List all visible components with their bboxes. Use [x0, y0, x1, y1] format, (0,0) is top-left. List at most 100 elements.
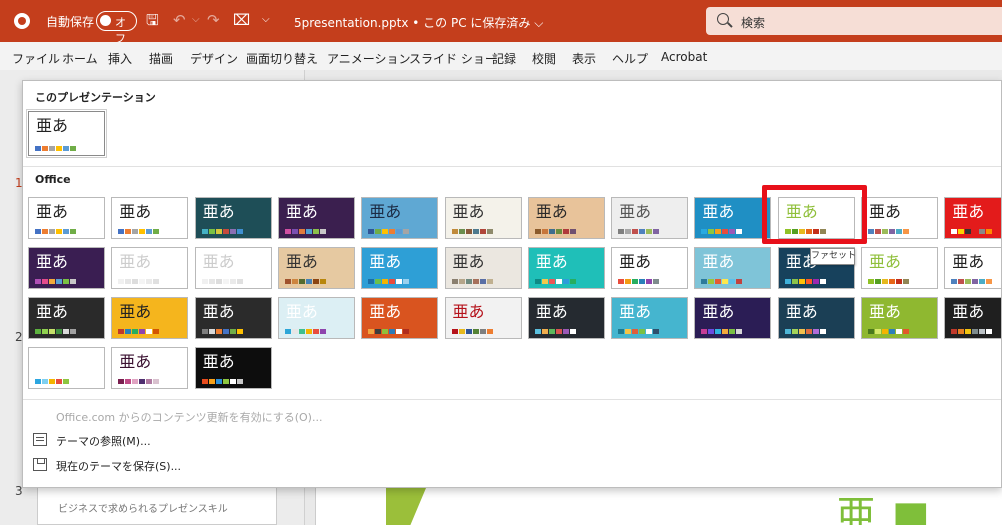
color-swatch — [979, 229, 986, 234]
redo-icon[interactable]: ↷ — [207, 11, 220, 29]
theme-thumbnail[interactable]: 亜あ — [111, 347, 189, 389]
theme-thumbnail[interactable]: 亜あ — [194, 297, 272, 339]
color-swatch — [548, 229, 555, 234]
tab-record[interactable]: 記録 — [492, 50, 516, 67]
theme-thumbnail[interactable]: 亜あ — [277, 297, 355, 339]
color-swatch — [451, 329, 458, 334]
theme-thumbnail[interactable]: 亜あ — [611, 197, 689, 239]
color-swatch — [534, 279, 541, 284]
save-theme-item[interactable]: 現在のテーマを保存(S)... — [33, 458, 213, 473]
section-label-office: Office — [35, 173, 71, 186]
theme-thumbnail[interactable]: 亜あ — [861, 197, 938, 239]
theme-thumbnail[interactable]: 亜あ — [694, 247, 772, 289]
tab-insert[interactable]: 挿入 — [108, 50, 132, 67]
theme-thumbnail[interactable]: 亜あ — [944, 247, 1001, 289]
color-swatch — [42, 146, 48, 151]
theme-thumbnail[interactable]: 亜あ — [444, 197, 522, 239]
theme-thumbnail[interactable]: 亜あ — [194, 197, 272, 239]
theme-thumbnail[interactable]: 亜あ — [611, 297, 689, 339]
theme-thumbnail[interactable]: 亜あ — [694, 297, 772, 339]
theme-current[interactable]: 亜あ — [27, 110, 106, 157]
theme-thumbnail[interactable]: 亜あ — [361, 197, 439, 239]
theme-thumbnail[interactable]: 亜あ — [28, 247, 105, 289]
theme-thumbnail[interactable]: 亜あ — [361, 247, 439, 289]
tab-view[interactable]: 表示 — [572, 50, 596, 67]
color-swatch — [382, 229, 389, 234]
color-swatch — [125, 379, 132, 384]
theme-thumbnail[interactable]: 亜あ — [611, 247, 689, 289]
undo-icon[interactable]: ↶ — [173, 11, 186, 29]
theme-color-swatches — [451, 229, 493, 234]
theme-thumbnail[interactable]: 亜あ — [944, 197, 1001, 239]
theme-thumbnail[interactable]: 亜あ — [527, 197, 605, 239]
theme-thumbnail[interactable]: 亜あ — [277, 197, 355, 239]
theme-color-swatches — [951, 279, 993, 284]
save-icon[interactable]: 🖫 — [146, 11, 159, 29]
color-swatch — [819, 329, 826, 334]
color-swatch — [965, 329, 972, 334]
theme-thumbnail[interactable]: 亜あ — [111, 297, 189, 339]
tab-transitions[interactable]: 画面切り替え — [246, 50, 318, 67]
theme-thumbnail[interactable]: 亜あ — [194, 347, 272, 389]
theme-thumbnail[interactable]: 亜あ — [277, 247, 355, 289]
theme-thumbnail[interactable]: 亜あ — [861, 247, 938, 289]
theme-thumbnail[interactable]: 亜あ — [111, 197, 189, 239]
color-swatch — [708, 279, 715, 284]
search-placeholder: 検索 — [741, 16, 766, 30]
slide-thumbnail[interactable]: ビジネスで求められるプレゼンスキル — [37, 487, 277, 525]
customize-qat-icon[interactable]: ⌵ — [262, 11, 270, 29]
tab-slideshow[interactable]: スライド ショー — [409, 50, 497, 67]
theme-thumbnail[interactable]: 亜あ — [527, 247, 605, 289]
theme-thumbnail[interactable]: 亜あ — [361, 297, 439, 339]
slide-canvas[interactable]: 亜■ — [315, 487, 1002, 525]
tab-help[interactable]: ヘルプ — [612, 50, 648, 67]
tab-draw[interactable]: 描画 — [149, 50, 173, 67]
tab-home[interactable]: ホーム — [62, 50, 98, 67]
theme-thumbnail[interactable]: 亜あ — [694, 197, 772, 239]
enable-updates-item: Office.com からのコンテンツ更新を有効にする(O)... — [56, 411, 323, 424]
theme-thumbnail[interactable]: 亜あ — [194, 247, 272, 289]
theme-thumbnail[interactable]: 亜あ — [111, 247, 189, 289]
browse-themes-item[interactable]: テーマの参照(M)... — [33, 433, 193, 448]
theme-color-swatches — [118, 329, 160, 334]
document-title[interactable]: 5presentation.pptx • この PC に保存済み ⌵ — [294, 14, 543, 31]
theme-thumbnail[interactable]: 亜あ — [861, 297, 938, 339]
color-swatch — [375, 279, 382, 284]
color-swatch — [56, 329, 62, 334]
highlight-box — [762, 185, 867, 244]
color-swatch — [729, 329, 736, 334]
color-swatch — [479, 229, 486, 234]
present-icon[interactable]: ⌧ — [233, 11, 250, 29]
color-swatch — [653, 279, 660, 284]
color-swatch — [951, 279, 958, 284]
theme-thumbnail[interactable]: 亜あ — [527, 297, 605, 339]
color-swatch — [729, 279, 736, 284]
color-swatch — [236, 329, 243, 334]
tab-review[interactable]: 校閲 — [532, 50, 556, 67]
color-swatch — [903, 279, 909, 284]
search-box[interactable]: 検索 — [706, 7, 1002, 35]
autosave-toggle[interactable]: オフ — [96, 11, 137, 45]
chevron-down-icon[interactable]: ⌵ — [192, 11, 200, 29]
color-swatch — [56, 279, 62, 284]
tab-file[interactable]: ファイル — [12, 50, 60, 67]
theme-thumbnail[interactable]: 亜あ — [944, 297, 1001, 339]
theme-thumbnail[interactable]: 亜あ — [444, 247, 522, 289]
color-swatch — [208, 229, 215, 234]
theme-color-swatches — [118, 229, 160, 234]
theme-thumbnail[interactable]: 亜あ — [28, 347, 105, 389]
color-swatch — [972, 329, 979, 334]
tab-design[interactable]: デザイン — [190, 50, 239, 72]
color-swatch — [35, 229, 41, 234]
color-swatch — [139, 379, 146, 384]
color-swatch — [534, 229, 541, 234]
theme-thumbnail[interactable]: 亜あ — [28, 197, 105, 239]
theme-thumbnail[interactable]: 亜あ — [444, 297, 522, 339]
color-swatch — [958, 279, 965, 284]
color-swatch — [875, 329, 881, 334]
tab-acrobat[interactable]: Acrobat — [661, 50, 707, 64]
theme-thumbnail[interactable]: 亜あ — [777, 297, 855, 339]
theme-thumbnail[interactable]: 亜あ — [28, 297, 105, 339]
tab-animations[interactable]: アニメーション — [327, 50, 411, 67]
color-swatch — [958, 229, 965, 234]
